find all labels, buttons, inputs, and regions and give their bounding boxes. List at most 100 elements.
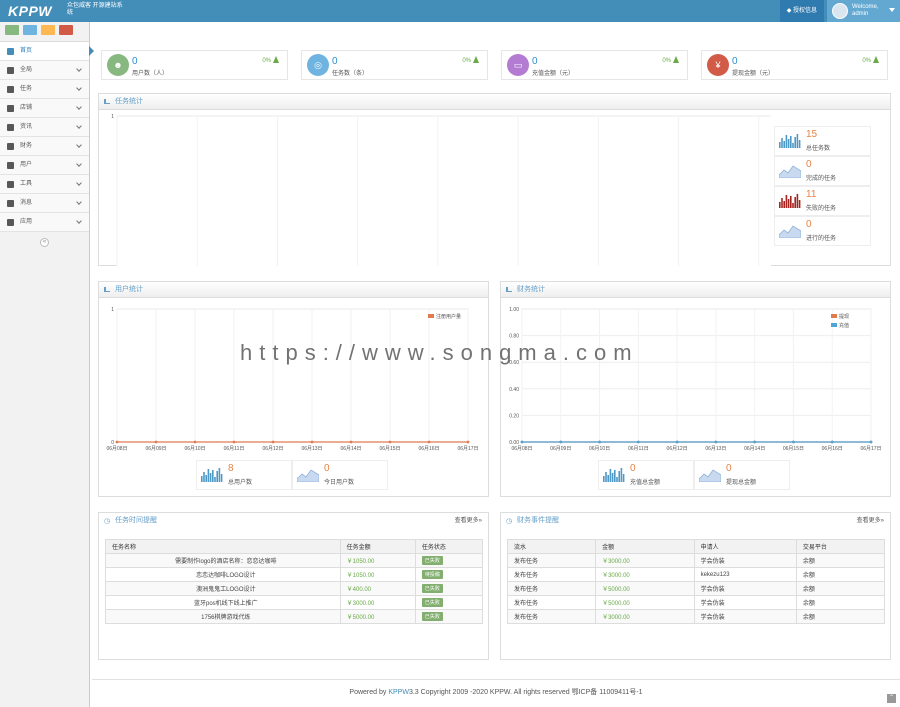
panel-title: 财务统计 [517,286,545,293]
sidebar-item-9[interactable]: 应用 [0,213,89,232]
cell-text: 需要制作logo的酒店名称：恋恋达咖啡 [175,559,277,565]
cell-text: 澳洲鬼鬼工LOGO设计 [196,587,256,593]
column-header[interactable]: 任务金额 [339,539,416,554]
bar-sparkline-icon [779,194,801,208]
bar-sparkline-icon [779,134,801,148]
sidebar-item-8[interactable]: 消息 [0,194,89,213]
data-point[interactable] [427,440,431,444]
data-point[interactable] [466,440,470,444]
shortcut-button-1[interactable] [23,25,37,35]
auth-info-button[interactable]: ◆ 授权信息 [779,0,824,22]
table-row: 蓝牙pos机线下线上推广 ￥3000.00 已失败 [105,595,484,610]
cell-amount: ￥3000.00 [339,595,416,610]
data-point[interactable] [792,440,795,444]
data-point[interactable] [271,440,275,444]
back-to-top-button[interactable]: ⌃ [887,694,896,703]
data-point[interactable] [559,440,563,444]
status-badge: 已失败 [421,612,443,621]
sidebar-item-6[interactable]: 用户 [0,156,89,175]
cell-type: 发布任务 [506,609,597,624]
column-header[interactable]: 金额 [595,539,695,554]
sidebar-item-3[interactable]: 店铺 [0,99,89,118]
sidebar-item-5[interactable]: 财务 [0,137,89,156]
data-point[interactable] [193,440,197,444]
status-badge: 待投稿 [421,570,443,579]
view-more-link[interactable]: 查看更多» [455,513,482,529]
sidebar-item-2[interactable]: 任务 [0,80,89,99]
bar-sparkline-icon [201,468,223,482]
table-row: 发布任务 ￥3000.00 kekezu123 余额 [506,567,886,582]
data-point[interactable] [232,440,236,444]
caret-down-icon [889,8,895,12]
menu-icon [7,162,14,169]
cell-text: ￥5000.00 [346,615,375,621]
sidebar-item-0[interactable]: 首页 [0,42,94,61]
finance-reminder-panel: ◷ 财务事件提醒 查看更多» 流水 金额 申请人 交易平台 发布任务 ￥3000.00 学会伪装… [500,512,891,660]
data-point[interactable] [830,440,834,444]
chevron-down-icon [76,161,82,167]
x-tick-label: 06月15日 [783,446,804,452]
data-point[interactable] [753,440,757,444]
cell-text: ￥3000.00 [602,573,630,579]
x-tick-label: 06月12日 [667,446,688,452]
shortcut-button-2[interactable] [41,25,55,35]
watermark: https://www.songma.com [240,340,639,365]
data-point[interactable] [310,440,314,444]
shortcut-button-0[interactable] [5,25,19,35]
logo[interactable]: KPPW [8,3,52,19]
table-row: 1756棋牌游戏代练 ￥5000.00 已失败 [105,609,484,624]
stat-card-0: ☻ 0 用户数（人） 0% [101,50,288,80]
x-tick-label: 06月11日 [628,446,649,452]
data-point[interactable] [598,440,601,444]
column-header[interactable]: 任务名称 [105,539,341,554]
panel-title: 财务事件提醒 [517,517,559,524]
kppw-link[interactable]: KPPW [388,689,409,696]
panel-title: 任务统计 [115,98,143,105]
mini-stat-label: 充值总金额 [630,480,661,486]
chevron-down-icon [76,218,82,224]
mini-stat-value: 0 [806,159,812,170]
arrow-up-icon [473,56,479,63]
cell-name: 需要制作logo的酒店名称：恋恋达咖啡 [105,553,341,568]
sidebar-collapse-button[interactable]: « [40,238,49,247]
view-more-link[interactable]: 查看更多» [857,513,884,529]
data-point[interactable] [636,440,640,444]
card-icon: ▭ [507,54,529,76]
cell-text: ￥3000.00 [602,615,630,621]
shortcut-button-3[interactable] [59,25,73,35]
mini-stat-1: 0 提现总金额 [694,460,790,490]
cell-text: 1756棋牌游戏代练 [201,615,251,621]
data-point[interactable] [714,440,718,444]
cell-amount: ￥1050.00 [339,567,416,582]
panel-title: 任务时间提醒 [115,517,157,524]
menu-icon [7,143,14,150]
stat-value: 0 [332,56,338,67]
data-point[interactable] [869,440,873,444]
cell-text: 恋恋达咖啡LOGO设计 [196,573,256,579]
cell-text: 发布任务 [514,587,539,593]
column-header[interactable]: 交易平台 [795,539,886,554]
sidebar-item-4[interactable]: 资讯 [0,118,89,137]
footer-copyright: 3.3 Copyright 2009 -2020 KPPW. All right… [408,689,643,696]
task-line-chart: 0106月08日06月09日06月10日06月11日06月12日06月13日06… [111,114,771,266]
mini-stat-value: 11 [806,189,817,200]
x-tick-label: 06月14日 [744,446,765,452]
data-point[interactable] [349,440,353,444]
chevron-down-icon [76,142,82,148]
data-point[interactable] [154,440,158,444]
sidebar-item-1[interactable]: 全局 [0,61,89,80]
user-menu[interactable]: Welcome, admin [827,0,900,22]
column-header[interactable]: 任务状态 [414,539,484,554]
data-point[interactable] [388,440,392,444]
wave-sparkline-icon [779,225,801,238]
column-header[interactable]: 申请人 [693,539,797,554]
stat-label: 充值金额（元） [532,71,575,77]
cell-user: 学会伪装 [693,609,797,624]
data-point[interactable] [520,440,524,444]
column-header[interactable]: 流水 [506,539,597,554]
sidebar-item-7[interactable]: 工具 [0,175,89,194]
legend-swatch [831,314,837,318]
data-point[interactable] [115,440,119,444]
data-point[interactable] [675,440,679,444]
logo-subtitle: 众包威客 开源建站系统 [67,3,123,16]
